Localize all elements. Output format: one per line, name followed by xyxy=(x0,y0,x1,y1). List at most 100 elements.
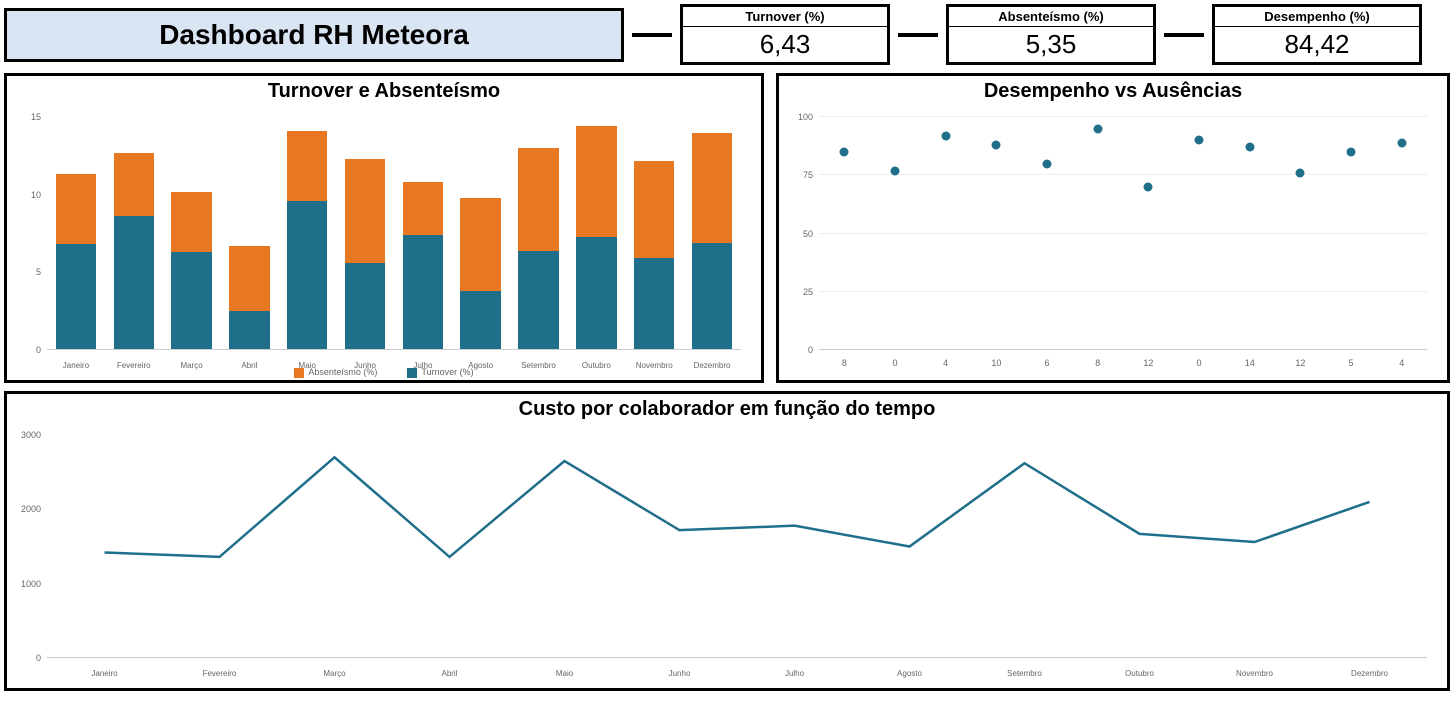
kpi-turnover-label: Turnover (%) xyxy=(683,7,887,27)
chart1-title: Turnover e Absenteísmo xyxy=(7,76,761,107)
chart2-plot xyxy=(819,117,1427,350)
chart2-title: Desempenho vs Ausências xyxy=(779,76,1447,107)
bar-seg-turnover xyxy=(229,311,269,350)
connector-line xyxy=(1164,33,1204,37)
bar-abril xyxy=(220,117,278,350)
bar-dezembro xyxy=(683,117,741,350)
bar-setembro xyxy=(510,117,568,350)
bar-seg-turnover xyxy=(460,291,500,350)
scatter-point xyxy=(941,131,950,140)
chart-custo-colaborador: Custo por colaborador em função do tempo… xyxy=(4,391,1450,691)
legend-swatch-turnover xyxy=(407,368,417,378)
bar-seg-turnover xyxy=(518,251,558,350)
chart3-plot xyxy=(47,435,1427,658)
connector-line xyxy=(632,33,672,37)
x-tick-label: 12 xyxy=(1275,358,1326,368)
bar-seg-turnover xyxy=(576,237,616,350)
bar-agosto xyxy=(452,117,510,350)
chart2-body: 0255075100 8041068120141254 xyxy=(779,107,1447,380)
chart3-baseline xyxy=(47,657,1427,658)
bar-outubro xyxy=(567,117,625,350)
kpi-absenteismo-label: Absenteísmo (%) xyxy=(949,7,1153,27)
bar-maio xyxy=(278,117,336,350)
legend-swatch-absenteismo xyxy=(294,368,304,378)
chart3-y-axis: 0100020003000 xyxy=(7,435,45,658)
x-tick-label: 6 xyxy=(1022,358,1073,368)
x-label: Junho xyxy=(622,669,737,678)
bar-novembro xyxy=(625,117,683,350)
bar-seg-absenteismo xyxy=(518,148,558,251)
x-tick-label: 4 xyxy=(1376,358,1427,368)
bar-seg-turnover xyxy=(56,244,96,350)
bar-julho xyxy=(394,117,452,350)
x-label: Julho xyxy=(737,669,852,678)
bar-junho xyxy=(336,117,394,350)
bar-fevereiro xyxy=(105,117,163,350)
scatter-point xyxy=(1397,138,1406,147)
chart1-y-axis: 051015 xyxy=(7,117,45,350)
bar-seg-absenteismo xyxy=(576,126,616,236)
bar-janeiro xyxy=(47,117,105,350)
chart2-x-labels: 8041068120141254 xyxy=(819,358,1427,368)
kpi-absenteismo: Absenteísmo (%) 5,35 xyxy=(946,4,1156,65)
bar-seg-absenteismo xyxy=(634,161,674,259)
chart1-body: 051015 JaneiroFevereiroMarçoAbrilMaioJun… xyxy=(7,107,761,380)
connector-line xyxy=(898,33,938,37)
x-label: Outubro xyxy=(1082,669,1197,678)
chart1-legend: Absenteísmo (%) Turnover (%) xyxy=(7,367,761,378)
chart2-y-axis: 0255075100 xyxy=(779,117,817,350)
x-tick-label: 4 xyxy=(920,358,971,368)
mid-row: Turnover e Absenteísmo 051015 JaneiroFev… xyxy=(4,73,1450,383)
kpi-desempenho-label: Desempenho (%) xyxy=(1215,7,1419,27)
bar-seg-turnover xyxy=(692,243,732,350)
legend-label-turnover: Turnover (%) xyxy=(421,367,473,377)
x-tick-label: 14 xyxy=(1224,358,1275,368)
x-tick-label: 0 xyxy=(870,358,921,368)
scatter-point xyxy=(1245,143,1254,152)
x-label: Dezembro xyxy=(1312,669,1427,678)
bar-seg-absenteismo xyxy=(692,133,732,243)
x-label: Maio xyxy=(507,669,622,678)
bar-seg-turnover xyxy=(403,235,443,350)
scatter-point xyxy=(1144,182,1153,191)
x-tick-label: 5 xyxy=(1326,358,1377,368)
bar-seg-absenteismo xyxy=(171,192,211,253)
chart1-bars xyxy=(47,117,741,350)
chart3-body: 0100020003000 JaneiroFevereiroMarçoAbril… xyxy=(7,425,1447,688)
chart1-plot xyxy=(47,117,741,350)
scatter-point xyxy=(1195,136,1204,145)
x-tick-label: 10 xyxy=(971,358,1022,368)
bar-março xyxy=(163,117,221,350)
legend-label-absenteismo: Absenteísmo (%) xyxy=(308,367,377,377)
scatter-point xyxy=(1296,168,1305,177)
bar-seg-turnover xyxy=(114,216,154,350)
bar-seg-absenteismo xyxy=(114,153,154,217)
chart3-title: Custo por colaborador em função do tempo xyxy=(7,394,1447,425)
kpi-absenteismo-value: 5,35 xyxy=(949,27,1153,62)
x-label: Agosto xyxy=(852,669,967,678)
bar-seg-turnover xyxy=(634,258,674,350)
x-tick-label: 12 xyxy=(1123,358,1174,368)
line-path xyxy=(105,457,1370,557)
legend-absenteismo: Absenteísmo (%) xyxy=(294,367,377,378)
legend-turnover: Turnover (%) xyxy=(407,367,473,378)
bar-seg-absenteismo xyxy=(460,198,500,291)
bar-seg-absenteismo xyxy=(345,159,385,263)
x-tick-label: 8 xyxy=(819,358,870,368)
bar-seg-turnover xyxy=(287,201,327,350)
scatter-point xyxy=(840,147,849,156)
x-label: Novembro xyxy=(1197,669,1312,678)
x-label: Fevereiro xyxy=(162,669,277,678)
kpi-turnover-value: 6,43 xyxy=(683,27,887,62)
x-label: Setembro xyxy=(967,669,1082,678)
x-tick-label: 0 xyxy=(1174,358,1225,368)
scatter-point xyxy=(1043,159,1052,168)
bar-seg-absenteismo xyxy=(287,131,327,201)
chart3-x-labels: JaneiroFevereiroMarçoAbrilMaioJunhoJulho… xyxy=(47,669,1427,678)
dashboard-title: Dashboard RH Meteora xyxy=(4,8,624,62)
bar-seg-absenteismo xyxy=(229,246,269,311)
kpi-turnover: Turnover (%) 6,43 xyxy=(680,4,890,65)
scatter-point xyxy=(1093,124,1102,133)
x-label: Abril xyxy=(392,669,507,678)
x-label: Março xyxy=(277,669,392,678)
